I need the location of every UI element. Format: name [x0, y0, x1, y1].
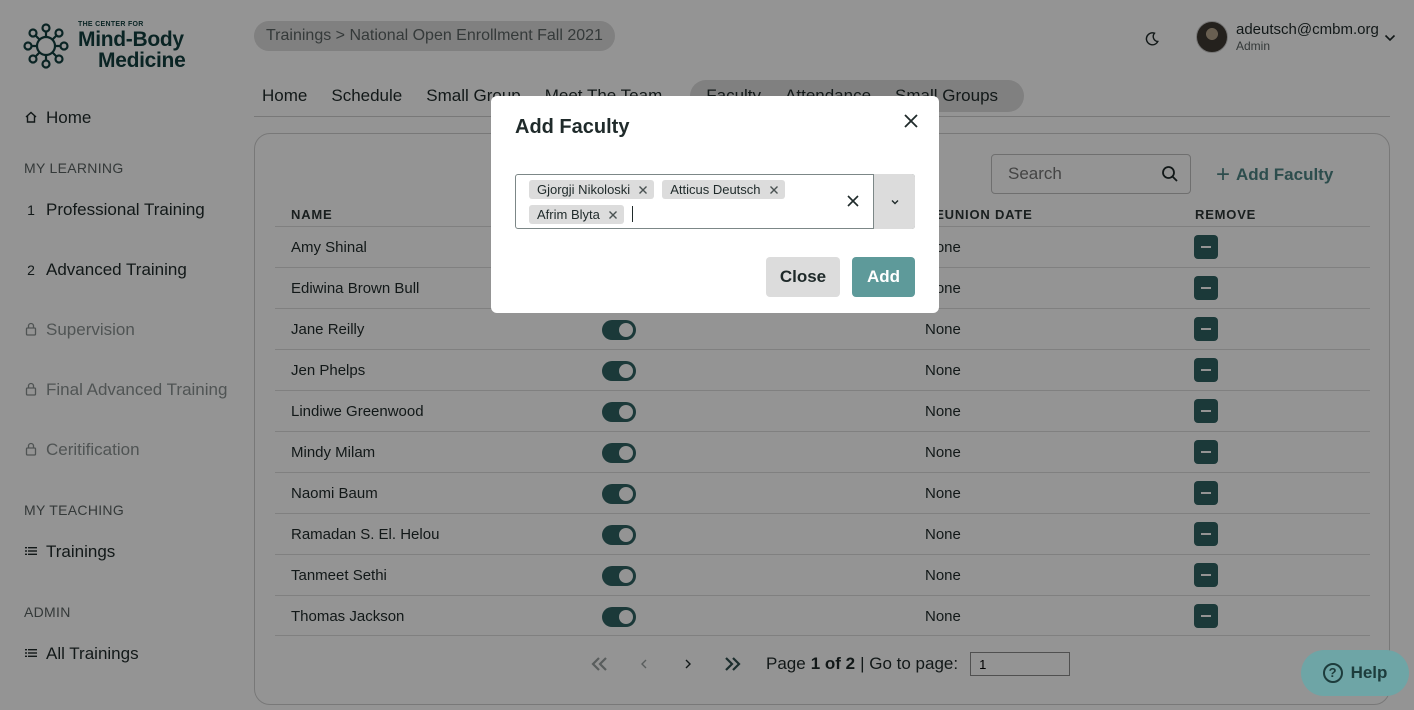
- chip-label: Afrim Blyta: [537, 207, 600, 222]
- question-icon: ?: [1322, 663, 1343, 683]
- selected-chips: Gjorgji Nikoloski Atticus Deutsch Afrim Bl…: [529, 179, 819, 229]
- dialog-title: Add Faculty: [515, 116, 630, 138]
- selected-chip: Atticus Deutsch: [662, 180, 785, 199]
- chevron-down-icon: [891, 199, 898, 204]
- faculty-multi-select[interactable]: Gjorgji Nikoloski Atticus Deutsch Afrim Bl…: [515, 174, 915, 229]
- add-faculty-dialog: Add Faculty Gjorgji Nikoloski Atticus Deu…: [491, 96, 939, 313]
- dropdown-toggle[interactable]: [873, 174, 915, 229]
- clear-selection-icon[interactable]: [846, 194, 860, 208]
- help-label: Help: [1350, 663, 1388, 682]
- chip-label: Gjorgji Nikoloski: [537, 182, 631, 197]
- selected-chip: Gjorgji Nikoloski: [529, 180, 655, 199]
- selected-chip: Afrim Blyta: [529, 205, 624, 224]
- chip-label: Atticus Deutsch: [670, 182, 761, 197]
- text-cursor[interactable]: [631, 206, 633, 222]
- close-icon[interactable]: [901, 111, 921, 131]
- close-button[interactable]: Close: [766, 257, 840, 297]
- help-button[interactable]: ? Help: [1301, 650, 1409, 696]
- remove-chip-icon[interactable]: [608, 210, 618, 220]
- remove-chip-icon[interactable]: [638, 185, 648, 195]
- add-button[interactable]: Add: [852, 257, 915, 297]
- remove-chip-icon[interactable]: [769, 185, 779, 195]
